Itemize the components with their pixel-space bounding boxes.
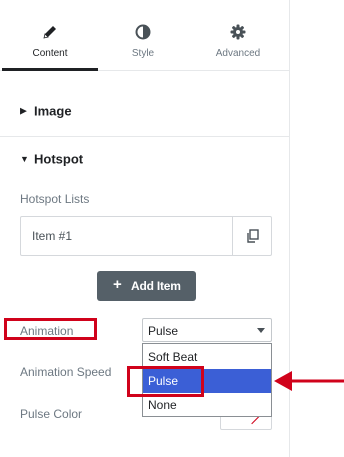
option-soft-beat[interactable]: Soft Beat	[143, 345, 271, 369]
editor-panel: Content Style Advanced ▶ Image ▼ Hotspot…	[0, 0, 290, 457]
animation-dropdown-list: Soft Beat Pulse None	[142, 343, 272, 417]
repeater-item[interactable]: Item #1	[20, 216, 272, 256]
tab-style-label: Style	[131, 48, 155, 59]
caret-right-icon: ▶	[20, 105, 27, 116]
option-pulse[interactable]: Pulse	[143, 369, 271, 393]
panel-tabs: Content Style Advanced	[0, 12, 289, 71]
option-none[interactable]: None	[143, 393, 271, 417]
section-image-title: Image	[34, 103, 72, 119]
repeater-item-divider	[232, 217, 233, 255]
tab-style[interactable]: Style	[95, 12, 191, 70]
animation-select-value: Pulse	[148, 324, 179, 338]
add-item-button[interactable]: + Add Item	[97, 271, 196, 301]
section-hotspot-title: Hotspot	[34, 151, 84, 167]
chevron-down-icon	[257, 328, 265, 333]
red-arrow-annotation	[274, 371, 344, 391]
animation-label: Animation	[20, 324, 74, 338]
half-circle-icon	[135, 24, 151, 40]
tab-content[interactable]: Content	[2, 12, 98, 71]
section-image-header[interactable]: ▶ Image	[0, 86, 289, 137]
tab-advanced-label: Advanced	[215, 48, 261, 59]
tab-content-label: Content	[32, 48, 68, 59]
caret-down-icon: ▼	[20, 154, 29, 164]
hotspot-lists-label: Hotspot Lists	[20, 192, 90, 206]
add-item-label: Add Item	[131, 279, 181, 293]
duplicate-icon[interactable]	[245, 228, 261, 244]
pulse-color-label: Pulse Color	[20, 407, 83, 421]
animation-select[interactable]: Pulse	[142, 318, 272, 342]
plus-icon: +	[113, 276, 122, 293]
section-hotspot-header[interactable]: ▼ Hotspot	[0, 134, 289, 184]
tab-advanced[interactable]: Advanced	[190, 12, 286, 70]
gear-icon	[230, 24, 246, 40]
animation-speed-label: Animation Speed	[20, 365, 112, 379]
pencil-icon	[43, 26, 56, 39]
repeater-item-title: Item #1	[32, 229, 73, 243]
